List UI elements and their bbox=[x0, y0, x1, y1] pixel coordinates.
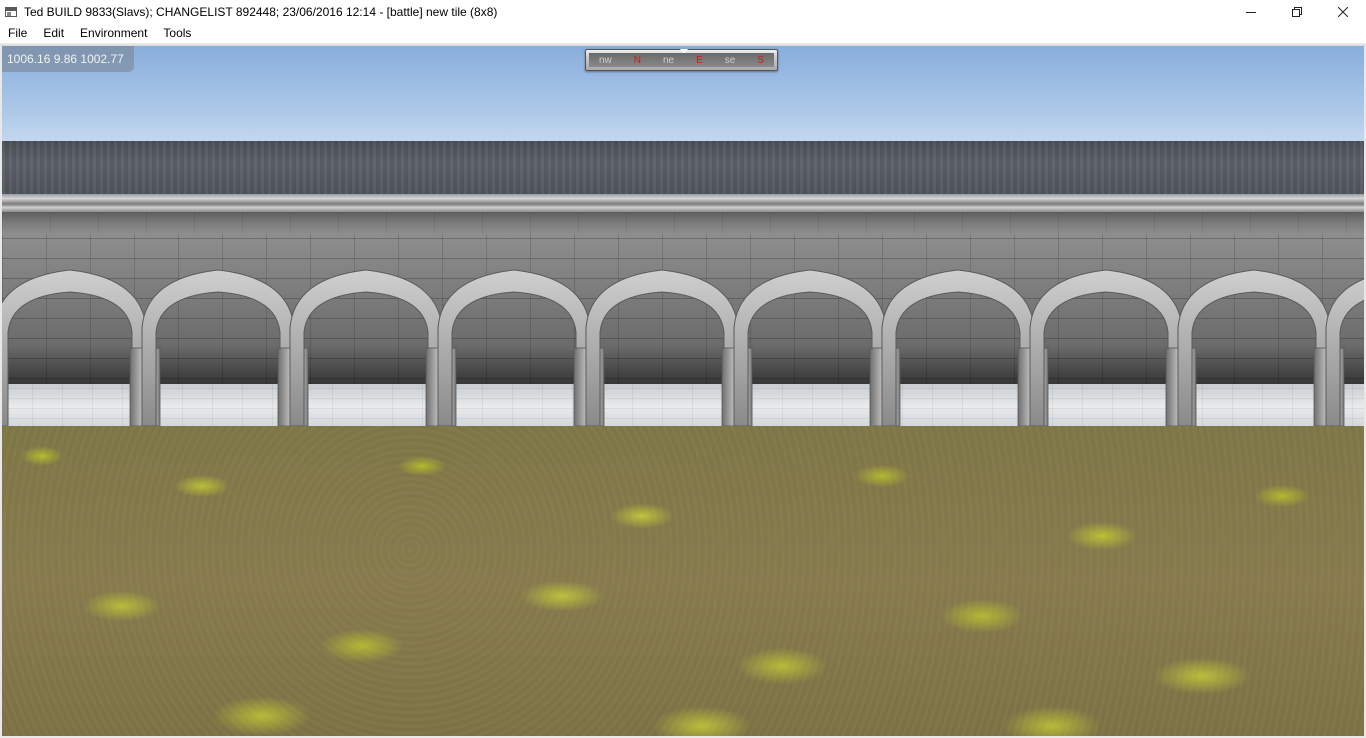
colonnade-roof bbox=[2, 141, 1364, 196]
camera-coordinates: 1006.16 9.86 1002.77 bbox=[2, 46, 134, 72]
stone-arch bbox=[1325, 278, 1364, 427]
coordinates-text: 1006.16 9.86 1002.77 bbox=[7, 52, 124, 66]
viewport-frame-left bbox=[0, 46, 2, 738]
compass-label-e: E bbox=[696, 54, 703, 66]
menu-file[interactable]: File bbox=[0, 26, 35, 40]
stone-arch bbox=[585, 269, 739, 427]
arcade-arches bbox=[2, 269, 1364, 427]
compass-label-se: se bbox=[724, 54, 736, 66]
compass-label-n: N bbox=[633, 54, 642, 66]
window-controls bbox=[1228, 0, 1366, 23]
stone-arch bbox=[733, 269, 887, 427]
grass-ground bbox=[2, 426, 1364, 736]
menu-edit[interactable]: Edit bbox=[35, 26, 72, 40]
stone-arch bbox=[1029, 269, 1183, 427]
menu-environment[interactable]: Environment bbox=[72, 26, 155, 40]
stone-arch bbox=[141, 269, 295, 427]
window-title: Ted BUILD 9833(Slavs); CHANGELIST 892448… bbox=[24, 4, 498, 19]
close-icon bbox=[1338, 6, 1348, 17]
close-button[interactable] bbox=[1320, 0, 1366, 23]
stone-arch bbox=[2, 269, 147, 427]
compass-widget[interactable]: nw N ne E se S bbox=[585, 49, 778, 71]
minimize-button[interactable] bbox=[1228, 0, 1274, 23]
app-window-icon[interactable] bbox=[5, 6, 17, 17]
scene-viewport[interactable] bbox=[2, 46, 1364, 736]
restore-button[interactable] bbox=[1274, 0, 1320, 23]
roof-edge bbox=[2, 194, 1364, 212]
stone-arch bbox=[881, 269, 1035, 427]
stone-arch bbox=[1177, 269, 1331, 427]
title-bar: Ted BUILD 9833(Slavs); CHANGELIST 892448… bbox=[0, 0, 1366, 23]
menu-tools[interactable]: Tools bbox=[155, 26, 199, 40]
compass-label-nw: nw bbox=[599, 54, 612, 66]
restore-icon bbox=[1292, 6, 1302, 17]
compass-label-s: S bbox=[757, 54, 764, 66]
compass-label-ne: ne bbox=[663, 54, 675, 66]
menu-bar: File Edit Environment Tools bbox=[0, 23, 1366, 43]
stone-arch bbox=[289, 269, 443, 427]
compass-strip: nw N ne E se S bbox=[589, 53, 774, 67]
minimize-icon bbox=[1246, 11, 1256, 13]
stone-arch bbox=[437, 269, 591, 427]
